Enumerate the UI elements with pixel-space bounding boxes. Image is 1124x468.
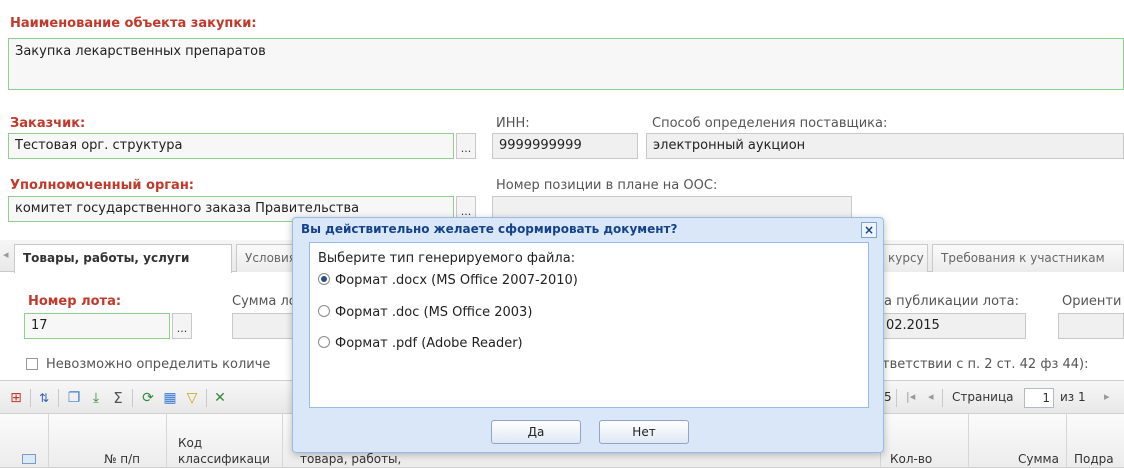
col-code-line2[interactable]: классификаци xyxy=(178,452,270,466)
cannot-determine-label: Невозможно определить количе xyxy=(46,357,271,372)
position-label: Номер позиции в плане на ООС: xyxy=(496,178,718,193)
col-subdivision[interactable]: Подра xyxy=(1074,452,1114,466)
lot-sum-label: Сумма ло xyxy=(232,294,297,309)
cannot-determine-row[interactable]: Невозможно определить количе xyxy=(26,357,270,372)
dialog-prompt: Выберите тип генерируемого файла: xyxy=(318,251,576,266)
tab-scroll-left-icon[interactable]: ◂ xyxy=(3,248,9,261)
generate-document-dialog: Вы действительно желаете сформировать до… xyxy=(292,217,884,453)
radio-docx[interactable] xyxy=(318,273,330,285)
lot-number-label: Номер лота: xyxy=(28,294,122,309)
lot-select-button[interactable]: ... xyxy=(172,313,192,339)
yes-button[interactable]: Да xyxy=(491,420,581,444)
inn-label: ИНН: xyxy=(496,116,530,131)
customer-select-button[interactable]: ... xyxy=(456,133,476,159)
tab-requirements[interactable]: Требования к участникам xyxy=(932,244,1124,272)
dialog-body: Выберите тип генерируемого файла: Формат… xyxy=(309,242,869,408)
object-label: Наименование объекта закупки: xyxy=(10,16,257,31)
lot-orient-field[interactable] xyxy=(1058,313,1124,339)
dialog-title: Вы действительно желаете сформировать до… xyxy=(301,222,678,236)
page-number-partial: 5 xyxy=(884,390,892,404)
excel-icon[interactable]: ✕ xyxy=(212,390,228,406)
page-input[interactable]: 1 xyxy=(1024,388,1054,408)
radio-pdf[interactable] xyxy=(318,336,330,348)
col-number[interactable]: № п/п xyxy=(104,452,140,466)
method-label: Способ определения поставщика: xyxy=(652,116,888,131)
method-field[interactable]: электронный аукцион xyxy=(646,133,1124,159)
copy-icon[interactable]: ❐ xyxy=(66,390,82,406)
radio-doc[interactable] xyxy=(318,305,330,317)
option-docx-label: Формат .docx (MS Office 2007-2010) xyxy=(335,273,578,288)
tab-conditions[interactable]: Условия xyxy=(236,244,296,272)
col-goods[interactable]: товара, работы, xyxy=(300,452,401,466)
col-code-line1[interactable]: Код xyxy=(178,436,202,450)
tab-kurs[interactable]: курсу xyxy=(880,244,928,272)
tab-goods[interactable]: Товары, работы, услуги xyxy=(14,244,232,273)
inn-field[interactable]: 9999999999 xyxy=(492,133,638,159)
option-pdf[interactable]: Формат .pdf (Adobe Reader) xyxy=(318,336,523,354)
refresh-icon[interactable]: ⟳ xyxy=(140,390,156,406)
cannot-determine-checkbox[interactable] xyxy=(26,358,38,370)
select-all-icon[interactable] xyxy=(22,454,36,464)
lot-number-field[interactable]: 17 xyxy=(24,313,170,339)
lot-pub-date-label: а публикации лота: xyxy=(884,294,1019,309)
lot-orient-label: Ориенти xyxy=(1062,294,1122,309)
of-pages-label: из 1 xyxy=(1060,390,1086,404)
option-doc[interactable]: Формат .doc (MS Office 2003) xyxy=(318,305,532,323)
import-icon[interactable]: ⤓ xyxy=(88,390,104,406)
authority-label: Уполномоченный орган: xyxy=(10,178,195,193)
lot-sum-field[interactable] xyxy=(232,313,294,339)
add-row-icon[interactable]: ⊞ xyxy=(8,390,24,406)
object-field[interactable]: Закупка лекарственных препаратов xyxy=(8,38,1124,90)
first-page-icon[interactable]: |◂ xyxy=(906,390,915,403)
sort-icon[interactable]: ⇅ xyxy=(36,390,52,406)
customer-field[interactable]: Тестовая орг. структура xyxy=(8,133,454,159)
page-label: Страница xyxy=(952,390,1014,404)
customer-label: Заказчик: xyxy=(10,116,86,131)
no-button[interactable]: Нет xyxy=(599,420,689,444)
table-icon[interactable]: ▦ xyxy=(162,390,178,406)
accordance-label: тветствии с п. 2 ст. 42 фз 44): xyxy=(882,357,1089,372)
option-docx[interactable]: Формат .docx (MS Office 2007-2010) xyxy=(318,273,578,291)
lot-pub-date-field[interactable]: 02.2015 xyxy=(880,313,1026,339)
filter-icon[interactable]: ▽ xyxy=(184,390,200,406)
col-qty[interactable]: Кол-во xyxy=(890,452,932,466)
close-icon[interactable]: × xyxy=(861,222,877,238)
col-sum[interactable]: Сумма xyxy=(1018,452,1059,466)
next-page-icon[interactable]: ▸ xyxy=(1104,390,1110,403)
sum-icon[interactable]: Σ xyxy=(110,390,126,406)
option-doc-label: Формат .doc (MS Office 2003) xyxy=(335,305,533,320)
prev-page-icon[interactable]: ◂ xyxy=(928,390,934,403)
option-pdf-label: Формат .pdf (Adobe Reader) xyxy=(335,336,523,351)
